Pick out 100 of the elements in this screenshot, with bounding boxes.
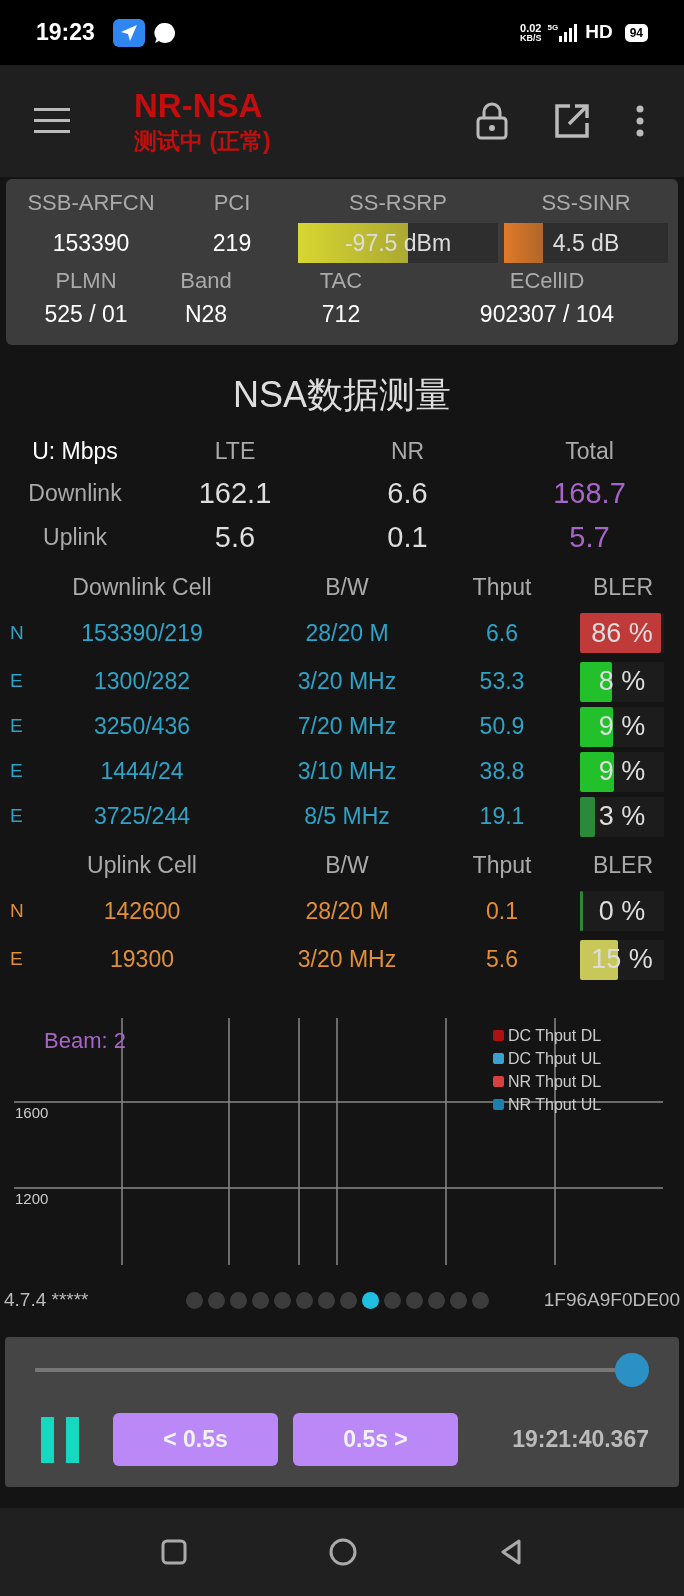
row-tag: E: [0, 667, 32, 696]
table-cell-text: 19.1: [478, 802, 526, 832]
table-cell-text: 3725/244: [93, 802, 191, 832]
menu-icon[interactable]: [34, 108, 70, 134]
axis-label: 1200: [15, 1190, 49, 1208]
row-tag: E: [0, 802, 32, 831]
table-cell-text: 7/20 MHz: [296, 712, 398, 742]
table-cell-text: 1300/282: [93, 667, 191, 697]
table-cell-text: 3/20 MHz: [296, 667, 398, 697]
table-cell-text: 1444/24: [99, 757, 185, 787]
slider-thumb[interactable]: [615, 1353, 649, 1387]
field-label: SS-SINR: [540, 189, 632, 217]
row-tag: E: [0, 712, 32, 741]
row-tag: E: [0, 757, 32, 786]
column-header: NR: [389, 437, 426, 466]
location-icon: [112, 18, 145, 47]
chat-bubble-icon: [152, 20, 177, 45]
field-label: SSB-ARFCN: [26, 189, 156, 217]
recents-icon[interactable]: [161, 1539, 187, 1565]
bler-value: 0 %: [598, 894, 646, 928]
table-cell-text: 38.8: [478, 757, 526, 787]
signal-icon: [559, 23, 580, 42]
rewind-button[interactable]: < 0.5s: [113, 1413, 278, 1466]
table-cell-text: 0.1: [485, 896, 519, 926]
table-cell-text: 3/10 MHz: [296, 757, 398, 787]
back-icon[interactable]: [499, 1538, 523, 1566]
battery-level: 94: [624, 23, 648, 42]
legend-label: DC Thput DL: [508, 1025, 602, 1046]
bler-value: 9 %: [598, 755, 646, 789]
table-cell-text: 50.9: [478, 712, 526, 742]
column-header: Thput: [471, 851, 533, 880]
column-header: B/W: [324, 851, 370, 880]
section-title: NSA数据测量: [232, 373, 452, 417]
table-cell-text: 53.3: [478, 667, 526, 697]
column-header: Total: [564, 437, 615, 466]
field-label: SS-RSRP: [348, 189, 448, 217]
bler-value: 86 %: [591, 616, 653, 650]
more-options-icon[interactable]: [636, 105, 644, 137]
table-cell-text: 142600: [102, 896, 182, 926]
lock-icon[interactable]: [476, 102, 508, 140]
bler-value: 9 %: [598, 710, 646, 744]
legend-label: NR Thput DL: [508, 1071, 602, 1092]
field-value: 219: [211, 229, 253, 258]
network-type: 5G: [547, 23, 559, 32]
row-tag: N: [0, 896, 32, 926]
row-tag: E: [0, 945, 32, 974]
table-cell-text: 5.7: [568, 520, 611, 555]
column-header: Thput: [471, 573, 533, 602]
home-icon[interactable]: [329, 1538, 357, 1566]
table-cell-text: 19300: [109, 945, 175, 975]
table-cell-text: 168.7: [552, 476, 627, 511]
table-cell-text: 3/20 MHz: [296, 945, 398, 975]
field-value: 525 / 01: [43, 300, 129, 329]
forward-button[interactable]: 0.5s >: [293, 1413, 458, 1466]
column-header: Downlink Cell: [71, 573, 213, 602]
speed-unit: KB/S: [520, 32, 542, 43]
beam-label: Beam: 2: [44, 1027, 126, 1055]
pause-icon[interactable]: [41, 1416, 81, 1463]
row-label: Uplink: [42, 523, 108, 552]
clock-time: 19:23: [36, 18, 95, 48]
meter-value: 4.5 dB: [552, 228, 620, 258]
axis-label: 1600: [15, 1104, 49, 1122]
open-external-icon[interactable]: [554, 103, 590, 139]
version-text: 4.7.4 *****: [4, 1287, 90, 1312]
table-cell-text: 3250/436: [93, 712, 191, 742]
app-title: NR-NSA: [134, 86, 264, 126]
column-header: U: Mbps: [31, 437, 119, 466]
field-value: N28: [183, 300, 229, 329]
bler-value: 3 %: [598, 800, 646, 834]
table-cell-text: 153390/219: [80, 618, 204, 648]
column-header: B/W: [324, 573, 370, 602]
row-label: Downlink: [27, 479, 123, 508]
legend-label: NR Thput UL: [508, 1094, 602, 1115]
column-header: BLER: [591, 573, 655, 602]
table-cell-text: 6.6: [386, 476, 429, 511]
column-header: LTE: [213, 437, 257, 466]
field-value: 712: [320, 300, 362, 329]
field-value: 902307 / 104: [478, 300, 616, 329]
row-tag: N: [0, 618, 32, 648]
table-cell-text: 8/5 MHz: [303, 802, 391, 832]
field-value: 153390: [51, 229, 131, 258]
field-label: PLMN: [54, 267, 118, 295]
table-cell-text: 0.1: [386, 520, 429, 555]
table-cell-text: 162.1: [197, 476, 273, 511]
device-code: 1F96A9F0DE00: [543, 1287, 680, 1312]
column-header: BLER: [591, 851, 655, 880]
table-cell-text: 5.6: [213, 520, 257, 555]
hd-label: HD: [585, 20, 613, 45]
table-cell-text: 6.6: [485, 618, 519, 648]
table-cell-text: 28/20 M: [304, 618, 390, 648]
column-header: Uplink Cell: [86, 851, 198, 880]
field-label: Band: [179, 267, 233, 295]
legend-label: DC Thput UL: [508, 1048, 602, 1069]
status-text: 测试中 (正常): [134, 127, 271, 156]
field-label: TAC: [318, 267, 364, 295]
network-speed: 0.02: [520, 22, 542, 33]
field-label: PCI: [212, 189, 252, 217]
timestamp: 19:21:40.367: [512, 1425, 649, 1455]
table-cell-text: 5.6: [485, 945, 519, 975]
table-cell-text: 28/20 M: [304, 896, 390, 926]
